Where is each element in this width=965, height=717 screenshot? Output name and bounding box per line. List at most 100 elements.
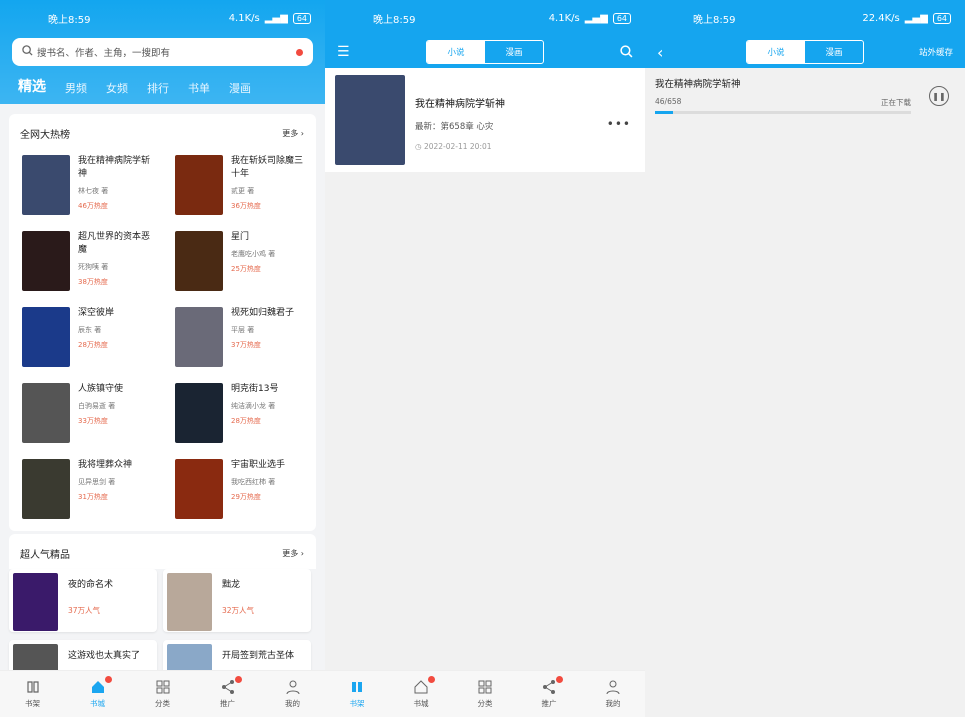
tab-featured[interactable]: 精选 <box>18 76 46 96</box>
progress-bar <box>655 111 911 114</box>
book-item[interactable]: 人族镇守使 白驹易逝 著 33万热度 <box>22 383 175 443</box>
popular-book[interactable]: 夜的命名术 37万人气 <box>9 569 157 632</box>
book-item[interactable]: 深空彼岸 辰东 著 28万热度 <box>22 307 175 367</box>
nav-bookstore[interactable]: 书城 <box>78 676 118 709</box>
battery-icon: 64 <box>932 12 951 24</box>
book-heat: 25万热度 <box>231 265 261 273</box>
signal-icon: ▂▄▆ <box>264 12 288 24</box>
share-icon <box>543 680 555 694</box>
book-heat: 31万热度 <box>78 493 108 501</box>
book-cover <box>22 231 70 291</box>
nav-promote[interactable]: 推广 <box>208 676 248 709</box>
book-title: 宇宙职业选手 <box>231 460 286 470</box>
popular-card: 超人气精品 更多 › 夜的命名术 37万人气 黜龙 32万人气 这游戏也太真实了… <box>9 534 316 703</box>
book-title: 深空彼岸 <box>78 308 115 318</box>
book-title: 我在精神病院学斩神 <box>655 79 741 90</box>
book-title: 这游戏也太真实了 <box>68 651 141 661</box>
progress-text: 46/658 <box>655 97 682 106</box>
share-icon <box>221 680 234 694</box>
nav-bookshelf[interactable]: 书架 <box>13 679 53 709</box>
search-icon <box>22 45 33 59</box>
book-cover <box>22 459 70 519</box>
search-placeholder: 搜书名、作者、主角，一搜即有 <box>37 48 171 59</box>
menu-icon[interactable]: ☰ <box>337 44 350 60</box>
tab-comics[interactable]: 漫画 <box>229 80 251 96</box>
download-state: 正在下载 <box>881 98 911 107</box>
book-item[interactable]: 我在精神病院学斩神 林七夜 著 46万热度 <box>22 155 175 215</box>
status-bar: 晚上8:59 4.1K/s ▂▄▆ 64 <box>325 0 645 36</box>
popular-book[interactable]: 黜龙 32万人气 <box>163 569 311 632</box>
hot-list-card: 全网大热榜 更多 › 我在精神病院学斩神 林七夜 著 46万热度 我在斩妖司除魔… <box>9 114 316 531</box>
signal-icon: ▂▄▆ <box>584 12 608 24</box>
home-icon <box>91 681 104 693</box>
signal-icon: ▂▄▆ <box>904 12 928 24</box>
nav-me[interactable]: 我的 <box>273 679 313 709</box>
book-author: 林七夜 著 <box>78 187 109 195</box>
toggle-novel[interactable]: 小说 <box>747 41 805 63</box>
more-link[interactable]: 更多 › <box>282 128 304 139</box>
book-author: 死狗咦 著 <box>78 263 109 271</box>
clock-icon: ◷ <box>415 142 422 151</box>
grid-icon <box>478 680 492 694</box>
search-input[interactable]: 搜书名、作者、主角，一搜即有 <box>12 38 313 66</box>
more-link[interactable]: 更多 › <box>282 548 304 559</box>
net-speed: 4.1K/s <box>548 12 580 24</box>
pause-icon[interactable]: ❚❚ <box>929 86 949 106</box>
book-heat: 33万热度 <box>78 417 108 425</box>
net-speed: 22.4K/s <box>862 12 900 24</box>
battery-icon: 64 <box>612 12 631 24</box>
tab-female[interactable]: 女频 <box>106 80 128 96</box>
toggle-comic[interactable]: 漫画 <box>485 41 543 63</box>
book-author: 白驹易逝 著 <box>78 402 116 410</box>
bookshelf-icon <box>352 682 362 692</box>
tab-booklist[interactable]: 书单 <box>188 80 210 96</box>
section-title: 超人气精品 <box>20 550 70 561</box>
search-icon[interactable] <box>620 43 633 62</box>
book-item[interactable]: 我在斩妖司除魔三十年 贰更 著 36万热度 <box>175 155 315 215</box>
back-icon[interactable]: ‹ <box>657 43 663 62</box>
book-author: 纯洁滴小龙 著 <box>231 402 276 410</box>
book-title: 我在精神病院学斩神 <box>415 99 505 110</box>
book-author: 贰更 著 <box>231 187 255 195</box>
toggle-novel[interactable]: 小说 <box>427 41 485 63</box>
book-cover <box>335 75 405 165</box>
nav-me[interactable]: 我的 <box>593 679 633 709</box>
tab-ranking[interactable]: 排行 <box>147 80 169 96</box>
book-author: 我吃西红柿 著 <box>231 478 276 486</box>
book-heat: 37万人气 <box>68 606 101 615</box>
hot-book-grid: 我在精神病院学斩神 林七夜 著 46万热度 我在斩妖司除魔三十年 贰更 著 36… <box>9 149 316 531</box>
book-heat: 29万热度 <box>231 493 261 501</box>
book-author: 辰东 著 <box>78 326 102 334</box>
nav-bookshelf[interactable]: 书架 <box>337 679 377 709</box>
nav-category[interactable]: 分类 <box>143 679 183 709</box>
nav-promote[interactable]: 推广 <box>529 676 569 709</box>
more-options-icon[interactable]: ••• <box>607 117 631 131</box>
book-cover <box>22 307 70 367</box>
book-item[interactable]: 明克街13号 纯洁滴小龙 著 28万热度 <box>175 383 315 443</box>
shelf-book[interactable]: 我在精神病院学斩神 最新：第658章 心灾 ◷ 2022-02-11 20:01 <box>325 68 645 172</box>
book-title: 视死如归魏君子 <box>231 308 295 318</box>
book-item[interactable]: 我将埋葬众神 见异思剑 著 31万热度 <box>22 459 175 519</box>
bookstore-screen: 晚上8:59 4.1K/s ▂▄▆ 64 搜书名、作者、主角，一搜即有 精选 男频 … <box>0 0 325 717</box>
toggle-comic[interactable]: 漫画 <box>805 41 863 63</box>
battery-icon: 64 <box>292 12 311 24</box>
book-heat: 28万热度 <box>231 417 261 425</box>
user-icon <box>286 680 299 695</box>
book-cover <box>22 383 70 443</box>
book-cover <box>167 573 212 631</box>
book-author: 平层 著 <box>231 326 255 334</box>
section-title: 全网大热榜 <box>20 130 70 141</box>
book-heat: 32万人气 <box>222 606 255 615</box>
book-item[interactable]: 星门 老鹰吃小鸡 著 25万热度 <box>175 231 315 291</box>
book-item[interactable]: 视死如归魏君子 平层 著 37万热度 <box>175 307 315 367</box>
nav-bookstore[interactable]: 书城 <box>401 676 441 709</box>
book-item[interactable]: 超凡世界的资本恶魔 死狗咦 著 38万热度 <box>22 231 175 291</box>
book-author: 老鹰吃小鸡 著 <box>231 250 276 258</box>
book-title: 超凡世界的资本恶魔 <box>78 232 151 255</box>
nav-category[interactable]: 分类 <box>465 679 505 709</box>
book-cover <box>13 573 58 631</box>
book-item[interactable]: 宇宙职业选手 我吃西红柿 著 29万热度 <box>175 459 315 519</box>
book-title: 开局签到荒古圣体 <box>222 651 295 661</box>
external-cache-button[interactable]: 站外缓存 <box>919 46 953 58</box>
tab-male[interactable]: 男频 <box>65 80 87 96</box>
